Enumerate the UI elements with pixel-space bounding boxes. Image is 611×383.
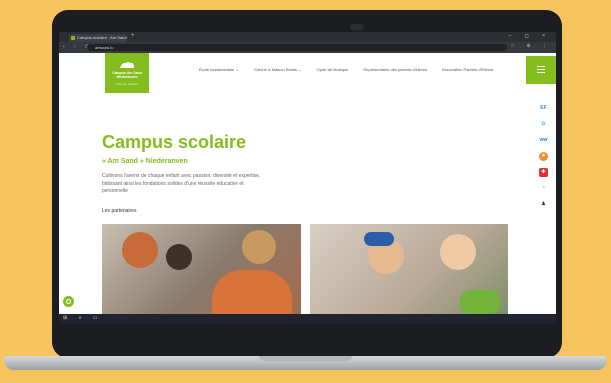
partner-photo-kids[interactable] [102, 224, 301, 314]
hamburger-icon [537, 66, 545, 67]
leaf-icon[interactable]: ✿ [539, 120, 548, 129]
cross-icon[interactable]: ✚ [539, 168, 548, 177]
hero-description: Cultivons l'avenir de chaque enfant avec… [102, 173, 261, 194]
tab-title: Campus scolaire · Am Sand [77, 35, 127, 40]
site-header: Campus Am Sand Niederanven Campus scolai… [59, 53, 556, 93]
child-shirt [212, 270, 292, 314]
logo-text: Campus Am Sand Niederanven [112, 71, 142, 79]
nav-association[interactable]: Association Parents d'Élèves [442, 67, 493, 72]
menu-button[interactable] [526, 56, 556, 84]
baby-head [440, 234, 476, 270]
logo-hand-icon [120, 62, 134, 68]
child-head [166, 244, 192, 270]
partners-label: Les partenaires [102, 208, 137, 214]
pie-icon[interactable]: ◔ [539, 184, 548, 193]
chat-button[interactable] [63, 296, 74, 307]
ef-icon[interactable]: EF [539, 104, 548, 113]
sun-icon[interactable]: ☀ [539, 152, 548, 161]
taskbar-icons[interactable]: ⊞ ⌕ ▭ [63, 315, 103, 321]
nav-ecole[interactable]: École fondamentale ⌄ [199, 67, 239, 72]
bow-shape [364, 232, 394, 246]
site-logo[interactable]: Campus Am Sand Niederanven Campus scolai… [105, 53, 149, 93]
toy-shape [460, 290, 500, 314]
tab-close-icon[interactable]: × [121, 35, 123, 40]
person-icon[interactable]: ♟ [539, 200, 548, 209]
hero-subtitle: « Am Sand » Niederanven [102, 158, 188, 165]
favicon-icon [71, 36, 75, 40]
new-tab-button[interactable]: + [131, 33, 135, 39]
browser-toolbar: ‹ › ⟳ amsand.lu ☆ ⊕ ⋮ [59, 42, 556, 53]
child-head [122, 232, 158, 268]
nav-representants[interactable]: Représentants des parents d'élèves [363, 67, 427, 72]
ww-icon[interactable]: ww [539, 136, 548, 145]
laptop-base [4, 356, 607, 370]
window-controls[interactable]: – ◻ × [508, 33, 551, 39]
trackpad-notch [259, 356, 352, 361]
partner-icon-bar: EF ✿ ww ☀ ✚ ◔ ♟ [539, 104, 549, 216]
camera [350, 24, 364, 30]
extension-icons[interactable]: ☆ ⊕ ⋮ [511, 43, 552, 49]
address-bar[interactable]: amsand.lu [87, 44, 507, 51]
child-head [242, 230, 276, 264]
chat-icon [66, 299, 71, 304]
url-text: amsand.lu [95, 45, 114, 50]
os-taskbar: ⊞ ⌕ ▭ [59, 314, 556, 324]
logo-subtext: Campus scolaire [115, 82, 139, 86]
browser-tab[interactable]: Campus scolaire · Am Sand × [69, 34, 127, 42]
partner-photo-babies[interactable] [310, 224, 508, 314]
nav-creche[interactable]: Crèche & Maison Relais ⌄ [254, 67, 301, 72]
nav-musique[interactable]: Cycle de Musique [316, 67, 348, 72]
main-nav: École fondamentale ⌄ Crèche & Maison Rel… [199, 67, 507, 72]
browser-tab-strip: Campus scolaire · Am Sand × + – ◻ × [59, 32, 556, 42]
hero-title: Campus scolaire [102, 132, 247, 152]
